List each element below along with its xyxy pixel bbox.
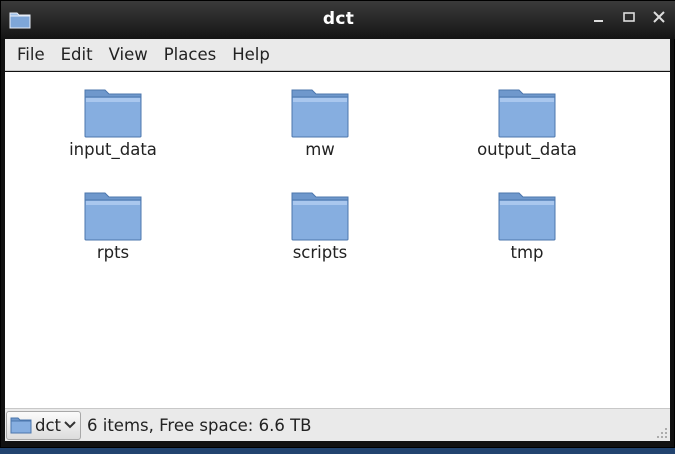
folder-icon	[84, 192, 142, 241]
folder-item-mw[interactable]: mw	[250, 88, 390, 159]
menu-help[interactable]: Help	[224, 45, 278, 64]
folder-item-tmp[interactable]: tmp	[457, 191, 597, 262]
file-manager-window: dct File Edit View Places Help input_dat…	[0, 0, 675, 448]
file-name: scripts	[292, 243, 348, 262]
menu-places[interactable]: Places	[156, 45, 224, 64]
menu-view[interactable]: View	[101, 45, 156, 64]
folder-icon	[291, 192, 349, 241]
close-icon[interactable]	[650, 9, 668, 29]
resize-grip-icon[interactable]	[656, 427, 668, 439]
window-title: dct	[322, 9, 355, 29]
folder-icon	[10, 417, 32, 434]
menu-file[interactable]: File	[9, 45, 53, 64]
status-info: 6 items, Free space: 6.6 TB	[87, 415, 312, 435]
file-name: input_data	[69, 140, 157, 159]
status-bar: dct 6 items, Free space: 6.6 TB	[5, 408, 670, 441]
location-label: dct	[35, 415, 62, 435]
minimize-icon[interactable]	[590, 9, 608, 29]
maximize-icon[interactable]	[620, 9, 638, 29]
folder-icon	[291, 89, 349, 138]
title-bar[interactable]: dct	[1, 1, 675, 39]
file-name: tmp	[510, 243, 544, 262]
folder-item-input-data[interactable]: input_data	[43, 88, 183, 159]
folder-item-scripts[interactable]: scripts	[250, 191, 390, 262]
folder-item-rpts[interactable]: rpts	[43, 191, 183, 262]
file-name: mw	[305, 140, 335, 159]
folder-icon	[498, 192, 556, 241]
file-name: rpts	[96, 243, 130, 262]
folder-item-output-data[interactable]: output_data	[457, 88, 597, 159]
menu-edit[interactable]: Edit	[53, 45, 101, 64]
file-name: output_data	[477, 140, 577, 159]
desktop-background	[0, 448, 675, 454]
folder-icon	[498, 89, 556, 138]
chevron-down-icon	[64, 421, 76, 429]
menu-bar: File Edit View Places Help	[5, 39, 670, 71]
folder-icon	[84, 89, 142, 138]
file-view[interactable]: input_data mw output_data rpts scripts t…	[5, 72, 670, 408]
location-dropdown[interactable]: dct	[6, 410, 82, 440]
